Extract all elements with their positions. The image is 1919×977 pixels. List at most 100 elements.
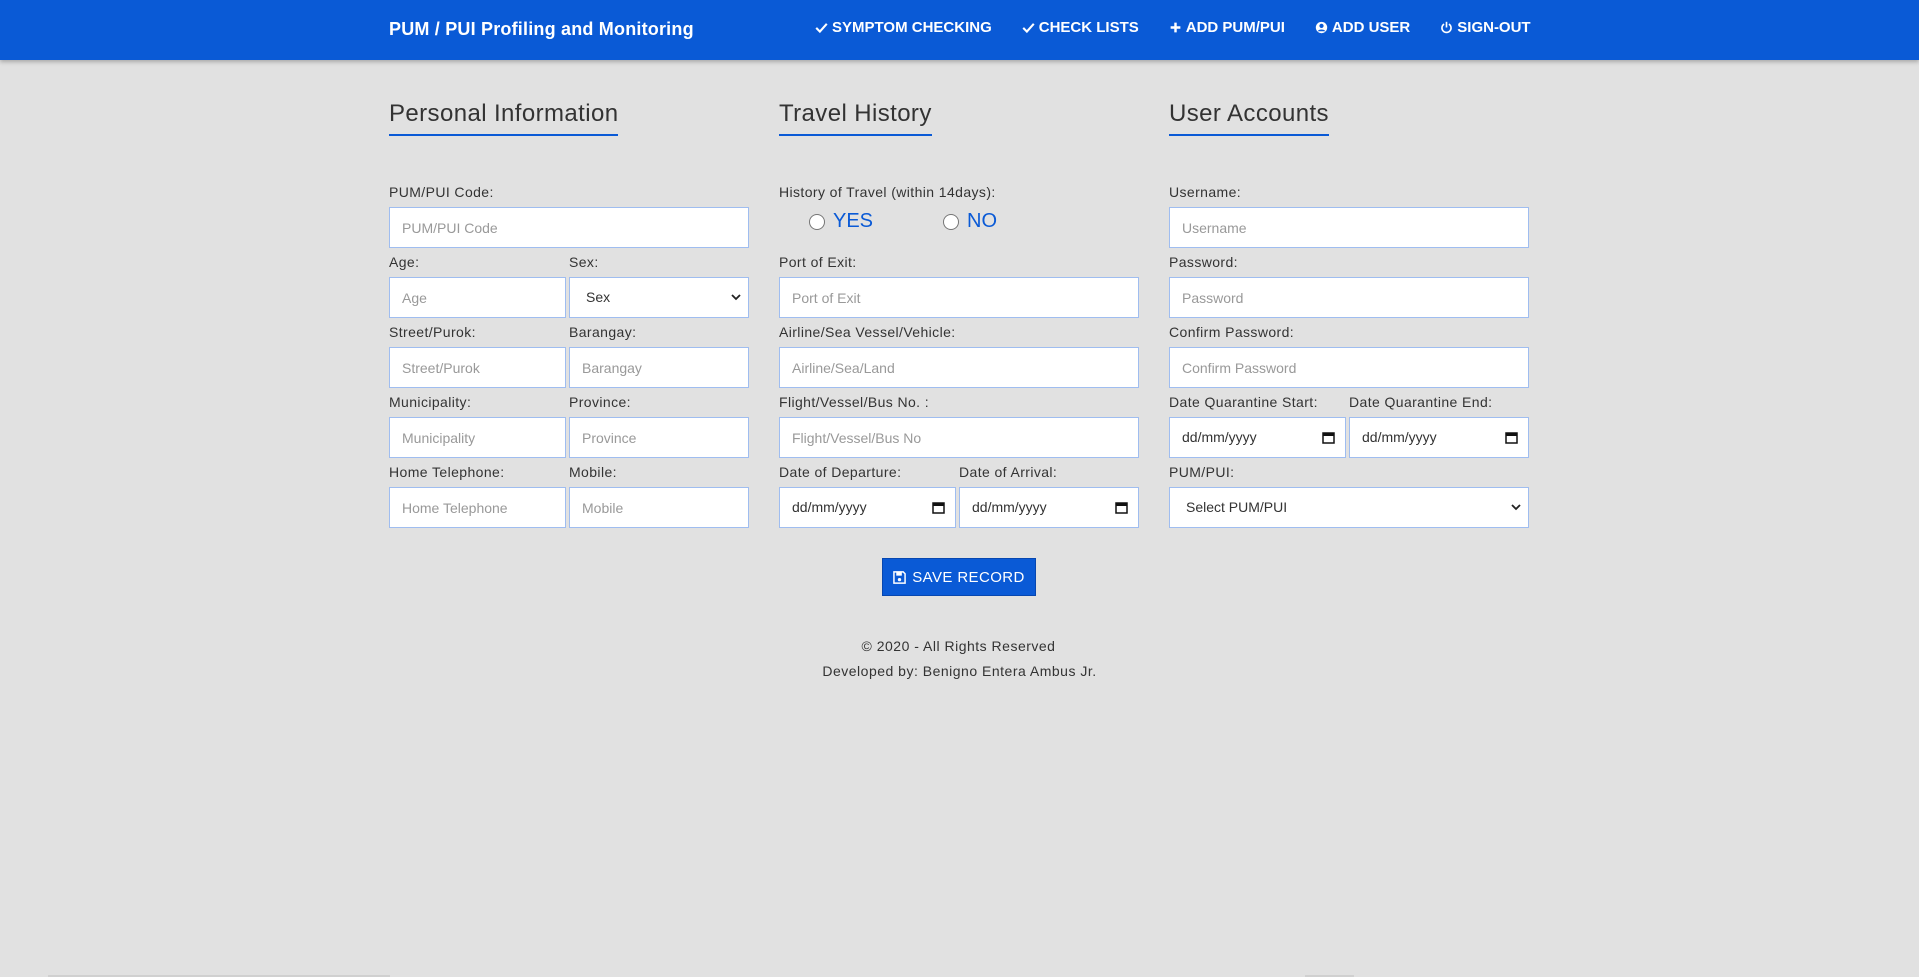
calendar-icon[interactable] bbox=[932, 501, 945, 514]
arrival-date-value: dd/mm/yyyy bbox=[972, 499, 1047, 515]
travel-yes-radio[interactable] bbox=[809, 213, 825, 230]
departure-date-label: Date of Departure: bbox=[779, 464, 902, 480]
check-icon bbox=[815, 23, 828, 34]
travel-no-option[interactable]: NO bbox=[943, 210, 997, 233]
travel-history-label: History of Travel (within 14days): bbox=[779, 184, 996, 200]
nav-symptom-checking-label: SYMPTOM CHECKING bbox=[832, 19, 992, 36]
province-label: Province: bbox=[569, 394, 631, 410]
pum-pui-code-input[interactable] bbox=[389, 207, 749, 248]
sex-select-value: Sex bbox=[586, 289, 611, 305]
arrival-date-input[interactable]: dd/mm/yyyy bbox=[959, 487, 1139, 528]
travel-history-radio-group: YES NO bbox=[809, 210, 997, 233]
quarantine-start-input[interactable]: dd/mm/yyyy bbox=[1169, 417, 1346, 458]
barangay-field: Barangay: bbox=[569, 324, 749, 388]
flight-number-field: Flight/Vessel/Bus No. : bbox=[779, 394, 1139, 458]
quarantine-end-label: Date Quarantine End: bbox=[1349, 394, 1493, 410]
airline-field: Airline/Sea Vessel/Vehicle: bbox=[779, 324, 1139, 388]
nav-menu: SYMPTOM CHECKING CHECK LISTS ADD PUM/PUI… bbox=[815, 19, 1531, 36]
home-telephone-input[interactable] bbox=[389, 487, 566, 528]
nav-symptom-checking[interactable]: SYMPTOM CHECKING bbox=[815, 19, 992, 36]
floppy-disk-icon bbox=[893, 570, 907, 584]
arrival-date-field: Date of Arrival: dd/mm/yyyy bbox=[959, 464, 1139, 528]
age-field: Age: bbox=[389, 254, 566, 318]
airline-label: Airline/Sea Vessel/Vehicle: bbox=[779, 324, 956, 340]
sex-label: Sex: bbox=[569, 254, 599, 270]
arrival-date-label: Date of Arrival: bbox=[959, 464, 1058, 480]
port-of-exit-field: Port of Exit: bbox=[779, 254, 1139, 318]
travel-yes-option[interactable]: YES bbox=[809, 210, 873, 233]
nav-add-pum-pui-label: ADD PUM/PUI bbox=[1185, 19, 1285, 36]
port-of-exit-input[interactable] bbox=[779, 277, 1139, 318]
chevron-down-icon bbox=[731, 294, 741, 301]
sex-select[interactable]: Sex bbox=[569, 277, 749, 318]
quarantine-end-value: dd/mm/yyyy bbox=[1362, 429, 1437, 445]
calendar-icon[interactable] bbox=[1322, 431, 1335, 444]
user-circle-icon bbox=[1315, 21, 1328, 34]
username-field: Username: bbox=[1169, 184, 1529, 248]
confirm-password-label: Confirm Password: bbox=[1169, 324, 1295, 340]
plus-icon bbox=[1170, 22, 1181, 33]
username-input[interactable] bbox=[1169, 207, 1529, 248]
mobile-label: Mobile: bbox=[569, 464, 617, 480]
quarantine-start-value: dd/mm/yyyy bbox=[1182, 429, 1257, 445]
pum-pui-select[interactable]: Select PUM/PUI bbox=[1169, 487, 1529, 528]
calendar-icon[interactable] bbox=[1115, 501, 1128, 514]
mobile-field: Mobile: bbox=[569, 464, 749, 528]
quarantine-end-input[interactable]: dd/mm/yyyy bbox=[1349, 417, 1529, 458]
street-label: Street/Purok: bbox=[389, 324, 476, 340]
section-title-travel: Travel History bbox=[779, 100, 932, 136]
confirm-password-input[interactable] bbox=[1169, 347, 1529, 388]
quarantine-end-field: Date Quarantine End: dd/mm/yyyy bbox=[1349, 394, 1529, 458]
travel-history-field: History of Travel (within 14days): bbox=[779, 184, 1139, 207]
home-telephone-label: Home Telephone: bbox=[389, 464, 505, 480]
quarantine-start-label: Date Quarantine Start: bbox=[1169, 394, 1318, 410]
check-icon bbox=[1022, 23, 1035, 34]
departure-date-input[interactable]: dd/mm/yyyy bbox=[779, 487, 956, 528]
travel-no-radio[interactable] bbox=[943, 213, 960, 230]
street-field: Street/Purok: bbox=[389, 324, 566, 388]
travel-history-section: Travel History History of Travel (within… bbox=[779, 100, 1139, 528]
flight-number-label: Flight/Vessel/Bus No. : bbox=[779, 394, 930, 410]
nav-add-user-label: ADD USER bbox=[1331, 19, 1411, 36]
quarantine-start-field: Date Quarantine Start: dd/mm/yyyy bbox=[1169, 394, 1346, 458]
airline-input[interactable] bbox=[779, 347, 1139, 388]
travel-no-label[interactable]: NO bbox=[967, 210, 997, 233]
nav-sign-out[interactable]: SIGN-OUT bbox=[1440, 19, 1531, 36]
port-of-exit-label: Port of Exit: bbox=[779, 254, 857, 270]
age-input[interactable] bbox=[389, 277, 566, 318]
departure-date-field: Date of Departure: dd/mm/yyyy bbox=[779, 464, 956, 528]
pum-pui-code-field: PUM/PUI Code: bbox=[389, 184, 749, 248]
street-input[interactable] bbox=[389, 347, 566, 388]
municipality-input[interactable] bbox=[389, 417, 566, 458]
sex-field: Sex: Sex bbox=[569, 254, 749, 318]
nav-add-pum-pui[interactable]: ADD PUM/PUI bbox=[1169, 19, 1285, 36]
flight-number-input[interactable] bbox=[779, 417, 1139, 458]
barangay-input[interactable] bbox=[569, 347, 749, 388]
nav-add-user[interactable]: ADD USER bbox=[1315, 19, 1410, 36]
app-title[interactable]: PUM / PUI Profiling and Monitoring bbox=[389, 19, 694, 40]
section-title-accounts: User Accounts bbox=[1169, 100, 1329, 136]
calendar-icon[interactable] bbox=[1505, 431, 1518, 444]
mobile-input[interactable] bbox=[569, 487, 749, 528]
footer-copyright: © 2020 - All Rights Reserved bbox=[861, 638, 1056, 654]
password-field: Password: bbox=[1169, 254, 1529, 318]
municipality-label: Municipality: bbox=[389, 394, 472, 410]
pum-pui-select-label: PUM/PUI: bbox=[1169, 464, 1235, 480]
pum-pui-select-field: PUM/PUI: Select PUM/PUI bbox=[1169, 464, 1529, 528]
nav-check-lists-label: CHECK LISTS bbox=[1038, 19, 1139, 36]
personal-information-section: Personal Information PUM/PUI Code: Age: … bbox=[389, 100, 749, 528]
save-record-label: SAVE RECORD bbox=[912, 568, 1025, 586]
travel-yes-label[interactable]: YES bbox=[833, 210, 873, 233]
password-input[interactable] bbox=[1169, 277, 1529, 318]
section-title-personal: Personal Information bbox=[389, 100, 619, 136]
password-label: Password: bbox=[1169, 254, 1238, 270]
top-navbar: PUM / PUI Profiling and Monitoring SYMPT… bbox=[0, 0, 1919, 60]
province-input[interactable] bbox=[569, 417, 749, 458]
nav-check-lists[interactable]: CHECK LISTS bbox=[1022, 19, 1139, 36]
save-record-button[interactable]: SAVE RECORD bbox=[882, 558, 1036, 596]
power-icon bbox=[1441, 21, 1453, 34]
departure-date-value: dd/mm/yyyy bbox=[792, 499, 867, 515]
age-label: Age: bbox=[389, 254, 420, 270]
footer-developer: Developed by: Benigno Entera Ambus Jr. bbox=[822, 663, 1097, 679]
province-field: Province: bbox=[569, 394, 749, 458]
